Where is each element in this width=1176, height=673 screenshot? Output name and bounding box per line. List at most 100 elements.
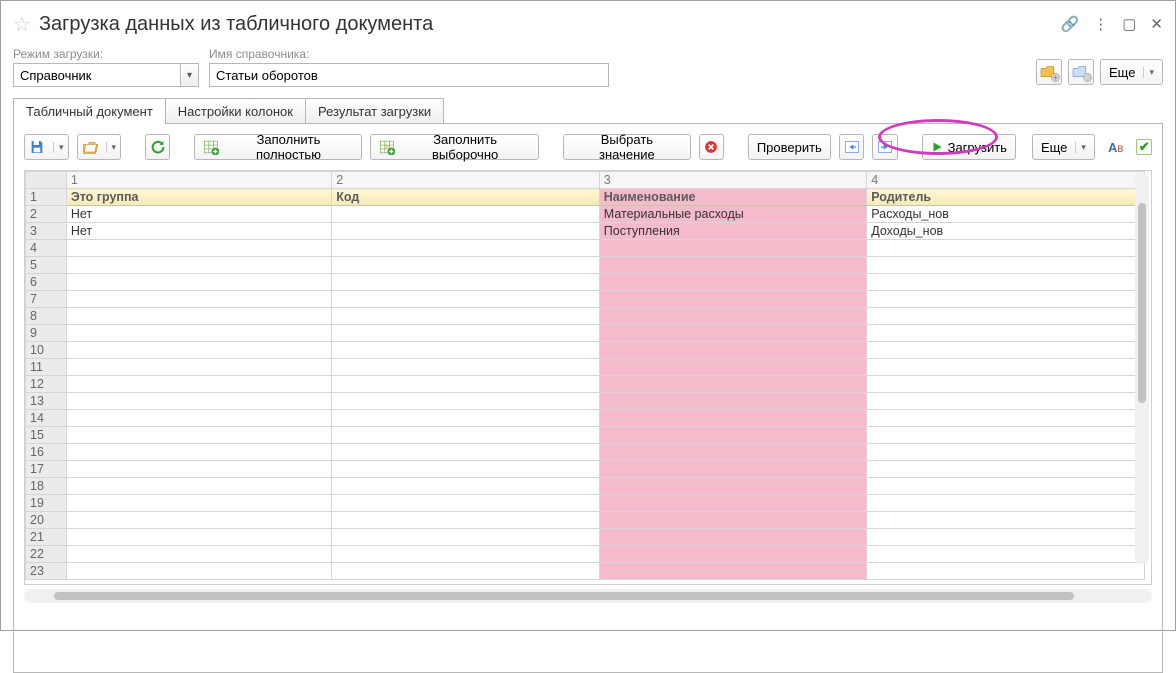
choose-value-button[interactable]: Выбрать значение — [563, 134, 690, 160]
data-cell[interactable] — [332, 223, 599, 240]
empty-cell[interactable] — [599, 512, 866, 529]
empty-cell[interactable] — [867, 546, 1145, 563]
toggle-check-button[interactable]: ✔ — [1136, 139, 1152, 155]
next-cell-button[interactable] — [839, 134, 864, 160]
empty-cell[interactable] — [332, 274, 599, 291]
col-header[interactable]: 3 — [599, 172, 866, 189]
row-number[interactable]: 17 — [26, 461, 67, 478]
empty-cell[interactable] — [867, 529, 1145, 546]
empty-cell[interactable] — [332, 563, 599, 580]
empty-cell[interactable] — [332, 427, 599, 444]
row-number[interactable]: 4 — [26, 240, 67, 257]
empty-cell[interactable] — [867, 563, 1145, 580]
row-number[interactable]: 18 — [26, 478, 67, 495]
empty-cell[interactable] — [66, 291, 331, 308]
settings-folder-button-2[interactable] — [1068, 59, 1094, 85]
empty-cell[interactable] — [599, 325, 866, 342]
col-header[interactable]: 1 — [66, 172, 331, 189]
empty-cell[interactable] — [599, 444, 866, 461]
empty-cell[interactable] — [332, 444, 599, 461]
font-settings-button[interactable]: AВ — [1103, 134, 1128, 160]
empty-cell[interactable] — [332, 342, 599, 359]
row-number[interactable]: 19 — [26, 495, 67, 512]
load-button[interactable]: Загрузить — [922, 134, 1016, 160]
empty-cell[interactable] — [66, 274, 331, 291]
row-number[interactable]: 1 — [26, 189, 67, 206]
mode-select[interactable] — [13, 63, 181, 87]
empty-cell[interactable] — [332, 240, 599, 257]
empty-cell[interactable] — [66, 376, 331, 393]
row-number[interactable]: 3 — [26, 223, 67, 240]
scrollbar-thumb[interactable] — [54, 592, 1074, 600]
empty-cell[interactable] — [66, 444, 331, 461]
empty-cell[interactable] — [867, 495, 1145, 512]
data-cell[interactable]: Доходы_нов — [867, 223, 1145, 240]
save-button[interactable]: ▾ — [24, 134, 69, 160]
field-header-cell[interactable]: Код — [332, 189, 599, 206]
empty-cell[interactable] — [867, 410, 1145, 427]
open-button[interactable]: ▾ — [77, 134, 122, 160]
empty-cell[interactable] — [66, 563, 331, 580]
empty-cell[interactable] — [66, 495, 331, 512]
row-number[interactable]: 7 — [26, 291, 67, 308]
empty-cell[interactable] — [599, 410, 866, 427]
empty-cell[interactable] — [867, 444, 1145, 461]
col-header[interactable]: 2 — [332, 172, 599, 189]
empty-cell[interactable] — [867, 308, 1145, 325]
empty-cell[interactable] — [66, 393, 331, 410]
empty-cell[interactable] — [66, 308, 331, 325]
field-header-cell[interactable]: Родитель — [867, 189, 1145, 206]
empty-cell[interactable] — [332, 512, 599, 529]
data-cell[interactable]: Материальные расходы — [599, 206, 866, 223]
empty-cell[interactable] — [867, 325, 1145, 342]
reference-name-input[interactable] — [209, 63, 609, 87]
empty-cell[interactable] — [66, 512, 331, 529]
empty-cell[interactable] — [332, 308, 599, 325]
empty-cell[interactable] — [66, 461, 331, 478]
row-number[interactable]: 6 — [26, 274, 67, 291]
row-number[interactable]: 22 — [26, 546, 67, 563]
empty-cell[interactable] — [332, 393, 599, 410]
empty-cell[interactable] — [867, 512, 1145, 529]
row-number[interactable]: 11 — [26, 359, 67, 376]
empty-cell[interactable] — [867, 257, 1145, 274]
row-number[interactable]: 21 — [26, 529, 67, 546]
empty-cell[interactable] — [332, 478, 599, 495]
row-number[interactable]: 23 — [26, 563, 67, 580]
empty-cell[interactable] — [66, 257, 331, 274]
empty-cell[interactable] — [66, 546, 331, 563]
kebab-menu-icon[interactable]: ⋮ — [1093, 15, 1108, 33]
empty-cell[interactable] — [599, 274, 866, 291]
tab-column-settings[interactable]: Настройки колонок — [165, 98, 306, 124]
settings-folder-button-1[interactable] — [1036, 59, 1062, 85]
empty-cell[interactable] — [332, 291, 599, 308]
empty-cell[interactable] — [66, 240, 331, 257]
data-cell[interactable]: Расходы_нов — [867, 206, 1145, 223]
window-restore-icon[interactable]: ▢ — [1122, 15, 1136, 33]
mode-select-dropdown-button[interactable]: ▾ — [181, 63, 199, 87]
horizontal-scrollbar[interactable] — [24, 589, 1152, 603]
empty-cell[interactable] — [599, 563, 866, 580]
empty-cell[interactable] — [599, 291, 866, 308]
empty-cell[interactable] — [867, 291, 1145, 308]
empty-cell[interactable] — [332, 461, 599, 478]
row-number[interactable]: 2 — [26, 206, 67, 223]
empty-cell[interactable] — [66, 478, 331, 495]
vertical-scrollbar[interactable] — [1135, 173, 1149, 564]
empty-cell[interactable] — [599, 359, 866, 376]
empty-cell[interactable] — [332, 376, 599, 393]
col-header[interactable]: 4 — [867, 172, 1145, 189]
empty-cell[interactable] — [599, 240, 866, 257]
empty-cell[interactable] — [332, 257, 599, 274]
row-number[interactable]: 12 — [26, 376, 67, 393]
prev-cell-button[interactable] — [872, 134, 897, 160]
empty-cell[interactable] — [332, 495, 599, 512]
data-cell[interactable]: Нет — [66, 206, 331, 223]
empty-cell[interactable] — [867, 359, 1145, 376]
empty-cell[interactable] — [599, 529, 866, 546]
data-cell[interactable]: Поступления — [599, 223, 866, 240]
row-number[interactable]: 20 — [26, 512, 67, 529]
scrollbar-thumb[interactable] — [1138, 203, 1146, 403]
empty-cell[interactable] — [599, 308, 866, 325]
empty-cell[interactable] — [867, 240, 1145, 257]
